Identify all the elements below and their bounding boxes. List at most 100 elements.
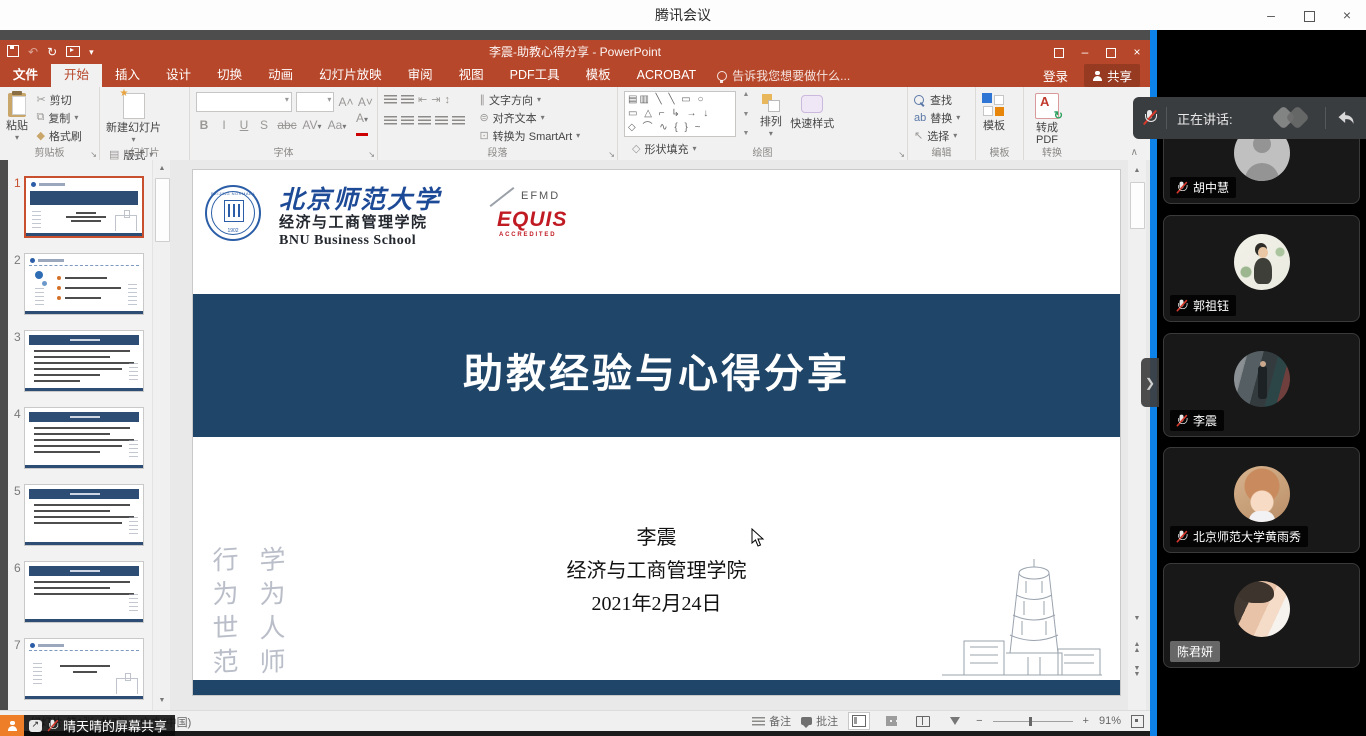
zoom-in-button[interactable]: + <box>1083 715 1089 727</box>
redo-icon[interactable]: ↻ <box>47 46 57 58</box>
thumbnail-preview[interactable] <box>24 407 144 469</box>
thumbnail-preview[interactable] <box>24 330 144 392</box>
quick-styles-button[interactable]: 快速样式 <box>790 91 834 130</box>
zoom-out-button[interactable]: − <box>976 715 982 727</box>
tab-ACROBAT[interactable]: ACROBAT <box>624 64 710 87</box>
tab-动画[interactable]: 动画 <box>255 64 306 87</box>
tab-设计[interactable]: 设计 <box>153 64 204 87</box>
paste-button[interactable]: 粘贴▾ <box>6 91 28 144</box>
numbering-icon[interactable] <box>401 95 414 104</box>
strikethrough-button[interactable]: abc <box>276 118 298 132</box>
font-color-button[interactable]: A▾ <box>352 111 372 139</box>
thumb-scroll-up-icon[interactable]: ▲ <box>155 162 169 176</box>
participant-tile[interactable]: 李震 <box>1163 333 1360 437</box>
previous-slide-icon[interactable]: ▲▲ <box>1130 642 1144 656</box>
columns-icon[interactable] <box>452 116 465 125</box>
reading-view-button[interactable] <box>912 712 934 730</box>
slide-sorter-view-button[interactable] <box>880 712 902 730</box>
justify-icon[interactable] <box>435 116 448 125</box>
find-button[interactable]: 查找 <box>914 91 960 108</box>
slide-thumbnail-1[interactable]: 1 <box>8 176 152 238</box>
zoom-slider-thumb[interactable] <box>1029 717 1032 726</box>
tab-开始[interactable]: 开始 <box>51 64 102 87</box>
thumbnail-scrollbar[interactable]: ▲ ▼ <box>152 160 171 710</box>
ppt-close-button[interactable]: × <box>1124 40 1150 64</box>
login-button[interactable]: 登录 <box>1043 66 1068 85</box>
collapse-panel-arrow-icon[interactable] <box>1336 109 1356 127</box>
select-button[interactable]: ↖选择▾ <box>914 127 960 144</box>
slideshow-view-button[interactable] <box>944 712 966 730</box>
underline-button[interactable]: U <box>236 118 252 132</box>
ppt-share-button[interactable]: 共享 <box>1084 64 1140 87</box>
undo-icon[interactable]: ↶ <box>28 46 38 58</box>
ppt-minimize-button[interactable]: – <box>1072 40 1098 64</box>
slide-thumbnail-7[interactable]: 7 <box>8 638 152 700</box>
slide-thumbnail-4[interactable]: 4 <box>8 407 152 469</box>
smartart-button[interactable]: ⊡转换为 SmartArt▾ <box>479 127 580 144</box>
align-right-icon[interactable] <box>418 116 431 125</box>
thumbnail-preview[interactable] <box>24 484 144 546</box>
thumbnail-preview[interactable] <box>24 561 144 623</box>
shrink-font-icon[interactable]: A˅ <box>358 95 373 109</box>
drawing-dialog-launcher[interactable]: ↘ <box>898 150 905 159</box>
collapse-ribbon-icon[interactable]: ∧ <box>1131 147 1138 158</box>
muted-mic-icon[interactable] <box>1143 110 1156 126</box>
format-painter-button[interactable]: ◆格式刷 <box>36 127 81 144</box>
thumbnail-preview[interactable] <box>24 176 144 238</box>
start-slideshow-icon[interactable] <box>66 46 80 59</box>
align-left-icon[interactable] <box>384 116 397 125</box>
tab-视图[interactable]: 视图 <box>446 64 497 87</box>
cut-button[interactable]: ✂剪切 <box>36 91 81 108</box>
shapes-gallery[interactable]: ▤▥ ╲ ╲ ▭ ○▭ △ ⌐ ↳ → ↓◇ ⌒ ∿ { } ~ <box>624 91 736 137</box>
ppt-restore-button[interactable] <box>1098 40 1124 64</box>
zoom-slider[interactable] <box>993 721 1073 722</box>
change-case-button[interactable]: Aa▾ <box>326 118 348 132</box>
to-pdf-button[interactable]: 转成PDF <box>1030 91 1064 146</box>
close-button[interactable]: × <box>1328 0 1366 30</box>
tab-审阅[interactable]: 审阅 <box>395 64 446 87</box>
slide-thumbnail-2[interactable]: 2 <box>8 253 152 315</box>
next-slide-icon[interactable]: ▼▼ <box>1130 666 1144 680</box>
slide-thumbnail-3[interactable]: 3 <box>8 330 152 392</box>
replace-button[interactable]: ab替换▾ <box>914 109 960 126</box>
thumb-scroll-down-icon[interactable]: ▼ <box>155 694 169 708</box>
decrease-indent-icon[interactable]: ⇤ <box>418 93 427 106</box>
scroll-down-icon[interactable]: ▼ <box>1130 612 1144 626</box>
slide-canvas[interactable]: BEIJING NORMAL UNIVERSITY 1902 北京师范大学 经济… <box>193 170 1120 695</box>
template-button[interactable]: 模板 <box>982 91 1006 132</box>
slide-thumbnail-5[interactable]: 5 <box>8 484 152 546</box>
participant-tile[interactable]: 郭祖钰 <box>1163 215 1360 322</box>
participant-tile[interactable]: 北京师范大学黄雨秀 <box>1163 447 1360 553</box>
restore-button[interactable] <box>1290 0 1328 30</box>
tab-幻灯片放映[interactable]: 幻灯片放映 <box>306 64 395 87</box>
tab-PDF工具[interactable]: PDF工具 <box>497 64 573 87</box>
tab-插入[interactable]: 插入 <box>102 64 153 87</box>
qat-customize-icon[interactable]: ▾ <box>89 48 94 57</box>
increase-indent-icon[interactable]: ⇥ <box>431 93 440 106</box>
clipboard-dialog-launcher[interactable]: ↘ <box>90 150 97 159</box>
font-dialog-launcher[interactable]: ↘ <box>368 150 375 159</box>
comments-button[interactable]: 批注 <box>801 713 838 729</box>
normal-view-button[interactable] <box>848 712 870 730</box>
tell-me-box[interactable]: 告诉我您想要做什么... <box>709 64 850 87</box>
shapes-gallery-scroll[interactable]: ▲▼▼ <box>740 91 749 137</box>
slide-thumbnail-6[interactable]: 6 <box>8 561 152 623</box>
ribbon-display-options-icon[interactable] <box>1046 40 1072 64</box>
italic-button[interactable]: I <box>216 118 232 132</box>
scroll-thumb[interactable] <box>1130 182 1145 229</box>
align-text-button[interactable]: ⊜对齐文本▾ <box>479 109 580 126</box>
notes-button[interactable]: 备注 <box>752 713 791 729</box>
participant-tile[interactable]: 陈君妍 <box>1163 563 1360 668</box>
font-size-combo[interactable] <box>296 92 334 112</box>
zoom-percentage[interactable]: 91% <box>1099 715 1121 727</box>
paragraph-dialog-launcher[interactable]: ↘ <box>608 150 615 159</box>
arrange-button[interactable]: 排列▾ <box>760 91 782 140</box>
new-slide-button[interactable]: 新建幻灯片▾ <box>106 91 161 146</box>
font-name-combo[interactable] <box>196 92 292 112</box>
thumbnail-preview[interactable] <box>24 638 144 700</box>
bullets-icon[interactable] <box>384 95 397 104</box>
minimize-button[interactable]: – <box>1252 0 1290 30</box>
grow-font-icon[interactable]: A˄ <box>338 95 353 109</box>
align-center-icon[interactable] <box>401 116 414 125</box>
panel-collapse-handle[interactable]: ❯ <box>1141 358 1159 407</box>
